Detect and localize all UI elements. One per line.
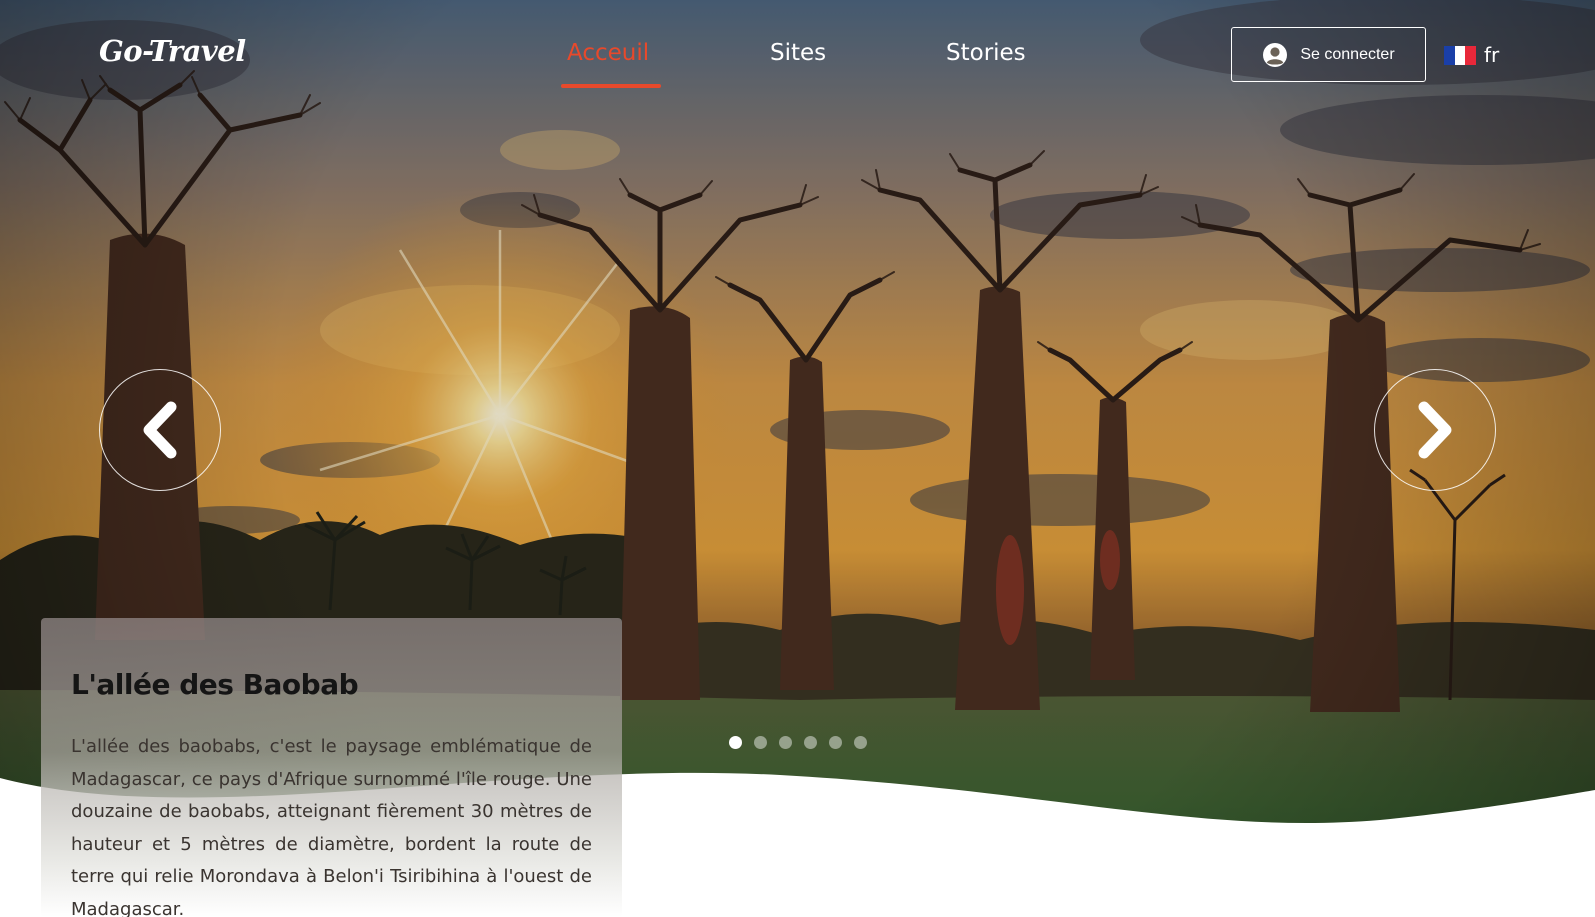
nav-link-stories[interactable]: Stories <box>946 40 1026 66</box>
chevron-right-icon <box>1418 401 1452 459</box>
carousel-dots <box>729 736 867 749</box>
carousel-next-button[interactable] <box>1374 369 1496 491</box>
carousel-dot[interactable] <box>729 736 742 749</box>
language-code: fr <box>1484 43 1500 67</box>
top-navbar: Go-Travel Acceuil Sites Stories Se conne… <box>0 0 1595 110</box>
hero-banner: Go-Travel Acceuil Sites Stories Se conne… <box>0 0 1595 917</box>
chevron-left-icon <box>143 401 177 459</box>
france-flag-icon <box>1444 45 1477 65</box>
carousel-dot[interactable] <box>804 736 817 749</box>
language-selector[interactable]: fr <box>1444 43 1499 67</box>
login-button[interactable]: Se connecter <box>1231 27 1426 82</box>
brand-logo[interactable]: Go-Travel <box>99 34 246 68</box>
carousel-prev-button[interactable] <box>99 369 221 491</box>
login-button-label: Se connecter <box>1300 45 1395 63</box>
nav-link-sites[interactable]: Sites <box>770 40 826 66</box>
carousel-dot[interactable] <box>754 736 767 749</box>
carousel-dot[interactable] <box>829 736 842 749</box>
slide-title: L'allée des Baobab <box>71 668 359 701</box>
user-circle-icon <box>1263 42 1288 67</box>
carousel-dot[interactable] <box>779 736 792 749</box>
carousel-dot[interactable] <box>854 736 867 749</box>
nav-link-acceuil[interactable]: Acceuil <box>567 40 649 66</box>
active-nav-underline <box>561 84 661 88</box>
slide-description: L'allée des baobabs, c'est le paysage em… <box>71 736 592 917</box>
slide-info-card: L'allée des Baobab L'allée des baobabs, … <box>41 618 622 917</box>
